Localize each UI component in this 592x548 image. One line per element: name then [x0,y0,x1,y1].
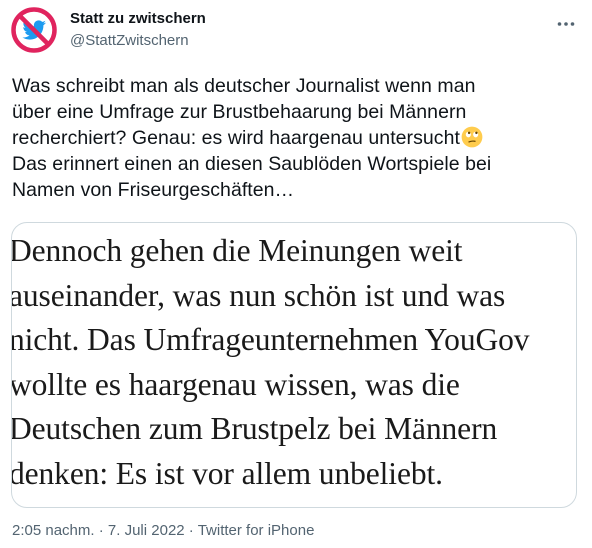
no-twitter-bird-icon [10,6,58,54]
tweet-source-link[interactable]: Twitter for iPhone [198,522,315,539]
image-text-line: denken: Es ist vor allem unbeliebt. [11,455,443,491]
tweet-text-segment: recherchiert? Genau: es wird haargenau u… [12,127,460,149]
image-text-line: Deutschen zum Brustpelz bei Männern [11,411,498,446]
author-block: Statt zu zwitschern @StattZwitschern [70,9,206,50]
image-text-line: nicht. Das Umfrageunternehmen YouGov [11,322,530,357]
author-display-name[interactable]: Statt zu zwitschern [70,9,206,28]
tweet-text-line: über eine Umfrage zur Brustbehaarung bei… [12,101,467,123]
more-dots-icon [557,22,575,26]
tweet-text-line: recherchiert? Genau: es wird haargenau u… [12,125,584,151]
author-handle[interactable]: @StattZwitschern [70,31,206,50]
attached-image[interactable]: Dennoch gehen die Meinungen weit auseina… [11,222,577,508]
image-text: Dennoch gehen die Meinungen weit auseina… [11,229,576,496]
tweet-date-link[interactable]: 7. Juli 2022 [108,522,185,539]
tweet-text: Was schreibt man als deutscher Journalis… [12,73,584,203]
tweet-text-line: Namen von Friseurgeschäften… [12,179,295,201]
more-options-button[interactable] [554,12,578,36]
tweet: Statt zu zwitschern @StattZwitschern Was… [0,0,592,548]
image-text-line: Dennoch gehen die Meinungen weit [11,233,463,268]
tweet-time-link[interactable]: 2:05 nachm. [12,522,95,539]
meta-separator: · [94,522,108,539]
tweet-meta: 2:05 nachm. · 7. Juli 2022 · Twitter for… [12,521,314,541]
image-text-line: wollte es haargenau wissen, was die [11,366,460,402]
tweet-text-line: Was schreibt man als deutscher Journalis… [12,75,476,97]
eye-roll-emoji-icon [461,126,483,148]
meta-separator: · [184,522,198,539]
image-text-line: auseinander, was nun schön ist und was [11,277,506,313]
avatar[interactable] [10,6,58,54]
tweet-text-line: Das erinnert einen an diesen Saublöden W… [12,153,492,175]
